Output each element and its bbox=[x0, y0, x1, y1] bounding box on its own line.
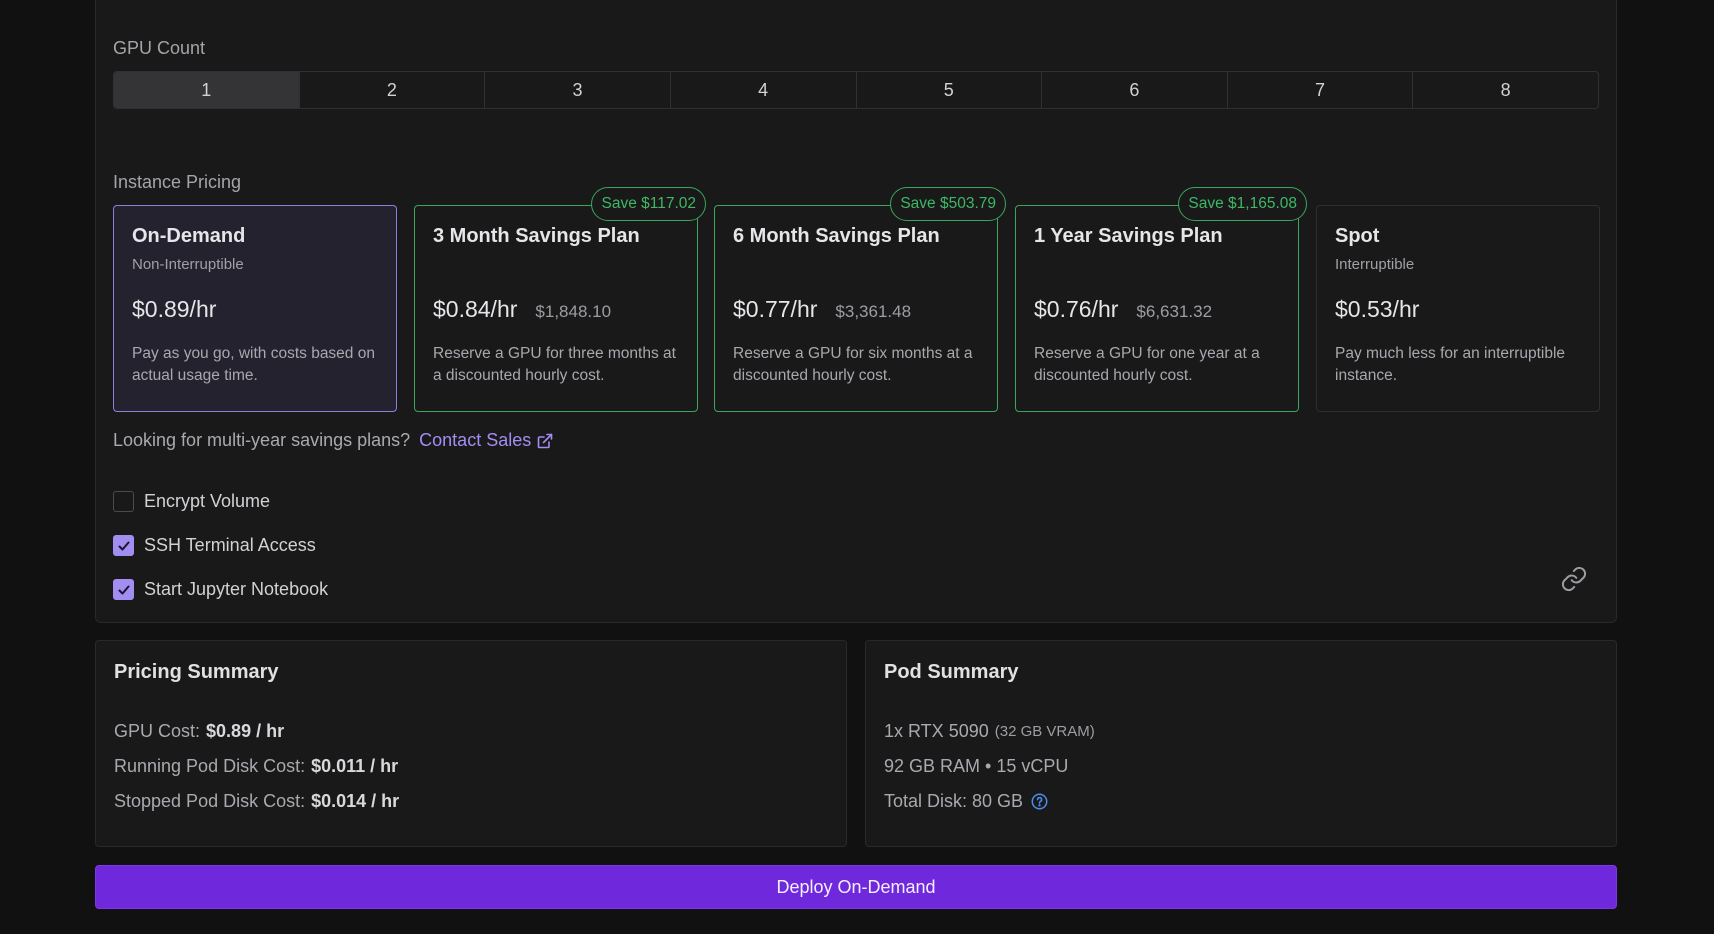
plan-subtitle: Non-Interruptible bbox=[132, 256, 244, 273]
checkmark-icon bbox=[118, 585, 129, 594]
plan-price-row: $0.84/hr $1,848.10 bbox=[433, 296, 679, 323]
plan-title: 3 Month Savings Plan bbox=[433, 225, 640, 247]
pod-gpu: 1x RTX 5090 bbox=[884, 721, 989, 741]
plan-description: Pay as you go, with costs based on actua… bbox=[132, 345, 375, 384]
deploy-button[interactable]: Deploy On-Demand bbox=[95, 865, 1617, 909]
plan-card-on-demand[interactable]: On-Demand Non-Interruptible $0.89/hr Pay… bbox=[113, 205, 397, 412]
encrypt-volume-option[interactable]: Encrypt Volume bbox=[113, 491, 270, 512]
ssh-terminal-access-checkbox[interactable] bbox=[113, 535, 134, 556]
start-jupyter-notebook-checkbox[interactable] bbox=[113, 579, 134, 600]
plan-description: Pay much less for an interruptible insta… bbox=[1335, 345, 1566, 384]
plan-price: $0.76/hr bbox=[1034, 296, 1119, 322]
pod-summary-card: Pod Summary 1x RTX 5090 (32 GB VRAM) 92 … bbox=[865, 640, 1617, 847]
gpu-cost-label: GPU Cost: bbox=[114, 721, 201, 741]
ssh-terminal-access-label: SSH Terminal Access bbox=[144, 535, 316, 555]
stopped-disk-cost-label: Stopped Pod Disk Cost: bbox=[114, 791, 306, 811]
multi-year-prompt: Looking for multi-year savings plans? bbox=[113, 430, 411, 450]
pod-gpu-line: 1x RTX 5090 (32 GB VRAM) bbox=[884, 721, 1095, 742]
gpu-count-option-5[interactable]: 5 bbox=[857, 72, 1043, 108]
pod-specs-line: 92 GB RAM • 15 vCPU bbox=[884, 756, 1068, 777]
gpu-count-option-6[interactable]: 6 bbox=[1042, 72, 1228, 108]
pricing-summary-title: Pricing Summary bbox=[114, 661, 279, 683]
gpu-cost-value: $0.89 / hr bbox=[206, 721, 285, 741]
stopped-disk-cost-value: $0.014 / hr bbox=[311, 791, 400, 811]
stopped-disk-cost-line: Stopped Pod Disk Cost: $0.014 / hr bbox=[114, 791, 399, 812]
pod-summary-title: Pod Summary bbox=[884, 661, 1019, 683]
plan-description: Reserve a GPU for one year at a discount… bbox=[1034, 345, 1260, 384]
start-jupyter-notebook-label: Start Jupyter Notebook bbox=[144, 579, 329, 599]
plan-card-6-month[interactable]: Save $503.79 6 Month Savings Plan $0.77/… bbox=[714, 187, 1006, 412]
gpu-count-selector: 1 2 3 4 5 6 7 8 bbox=[113, 71, 1599, 109]
plan-total-cost: $1,848.10 bbox=[535, 302, 612, 321]
encrypt-volume-checkbox[interactable] bbox=[113, 491, 134, 512]
gpu-count-option-1[interactable]: 1 bbox=[114, 72, 300, 108]
pod-specs: 92 GB RAM • 15 vCPU bbox=[884, 756, 1069, 776]
plan-price-row: $0.89/hr bbox=[132, 296, 378, 323]
plan-description: Reserve a GPU for three months at a disc… bbox=[433, 345, 676, 384]
external-link-icon bbox=[537, 433, 553, 448]
pod-total-disk: Total Disk: 80 GB bbox=[884, 791, 1024, 811]
plan-title: Spot bbox=[1335, 225, 1380, 247]
start-jupyter-notebook-option[interactable]: Start Jupyter Notebook bbox=[113, 579, 328, 600]
plan-price: $0.84/hr bbox=[433, 296, 518, 322]
plan-subtitle bbox=[733, 256, 979, 274]
plan-card-spot[interactable]: Spot Interruptible $0.53/hr Pay much les… bbox=[1316, 205, 1600, 412]
pricing-plans: On-Demand Non-Interruptible $0.89/hr Pay… bbox=[113, 187, 1600, 412]
plan-title: 6 Month Savings Plan bbox=[733, 225, 940, 247]
plan-price-row: $0.76/hr $6,631.32 bbox=[1034, 296, 1280, 323]
copy-link-button[interactable] bbox=[1560, 565, 1588, 593]
contact-sales-label: Contact Sales bbox=[419, 430, 532, 450]
help-icon[interactable] bbox=[1031, 793, 1048, 810]
gpu-count-label: GPU Count bbox=[113, 38, 206, 58]
gpu-count-option-3[interactable]: 3 bbox=[485, 72, 671, 108]
save-badge: Save $1,165.08 bbox=[1178, 187, 1307, 221]
running-disk-cost-label: Running Pod Disk Cost: bbox=[114, 756, 306, 776]
instance-pricing-label: Instance Pricing bbox=[113, 172, 242, 192]
gpu-count-option-8[interactable]: 8 bbox=[1413, 72, 1598, 108]
gpu-cost-line: GPU Cost: $0.89 / hr bbox=[114, 721, 284, 742]
multi-year-prompt-row: Looking for multi-year savings plans? Co… bbox=[113, 430, 553, 451]
contact-sales-link[interactable]: Contact Sales bbox=[419, 430, 553, 451]
pod-disk-line: Total Disk: 80 GB bbox=[884, 791, 1048, 812]
gpu-count-option-7[interactable]: 7 bbox=[1228, 72, 1414, 108]
plan-title: On-Demand bbox=[132, 225, 246, 247]
plan-total-cost: $6,631.32 bbox=[1136, 302, 1213, 321]
link-icon bbox=[1561, 566, 1587, 592]
ssh-terminal-access-option[interactable]: SSH Terminal Access bbox=[113, 535, 316, 556]
plan-price: $0.53/hr bbox=[1335, 296, 1420, 322]
plan-price: $0.89/hr bbox=[132, 296, 217, 322]
save-badge: Save $503.79 bbox=[890, 187, 1006, 221]
checkmark-icon bbox=[118, 541, 129, 550]
pricing-summary-card: Pricing Summary GPU Cost: $0.89 / hr Run… bbox=[95, 640, 847, 847]
running-disk-cost-value: $0.011 / hr bbox=[311, 756, 399, 776]
plan-subtitle: Interruptible bbox=[1335, 256, 1415, 273]
encrypt-volume-label: Encrypt Volume bbox=[144, 491, 271, 511]
plan-price-row: $0.77/hr $3,361.48 bbox=[733, 296, 979, 323]
plan-card-3-month[interactable]: Save $117.02 3 Month Savings Plan $0.84/… bbox=[414, 187, 706, 412]
plan-subtitle bbox=[1034, 256, 1280, 274]
plan-price-row: $0.53/hr bbox=[1335, 296, 1581, 323]
plan-subtitle bbox=[433, 256, 679, 274]
plan-description: Reserve a GPU for six months at a discou… bbox=[733, 345, 973, 384]
save-badge: Save $117.02 bbox=[591, 187, 706, 221]
plan-price: $0.77/hr bbox=[733, 296, 818, 322]
gpu-count-option-2[interactable]: 2 bbox=[300, 72, 486, 108]
pod-vram: (32 GB VRAM) bbox=[994, 723, 1095, 740]
gpu-count-option-4[interactable]: 4 bbox=[671, 72, 857, 108]
running-disk-cost-line: Running Pod Disk Cost: $0.011 / hr bbox=[114, 756, 398, 777]
plan-card-1-year[interactable]: Save $1,165.08 1 Year Savings Plan $0.76… bbox=[1015, 187, 1307, 412]
plan-total-cost: $3,361.48 bbox=[835, 302, 912, 321]
plan-title: 1 Year Savings Plan bbox=[1034, 225, 1223, 247]
